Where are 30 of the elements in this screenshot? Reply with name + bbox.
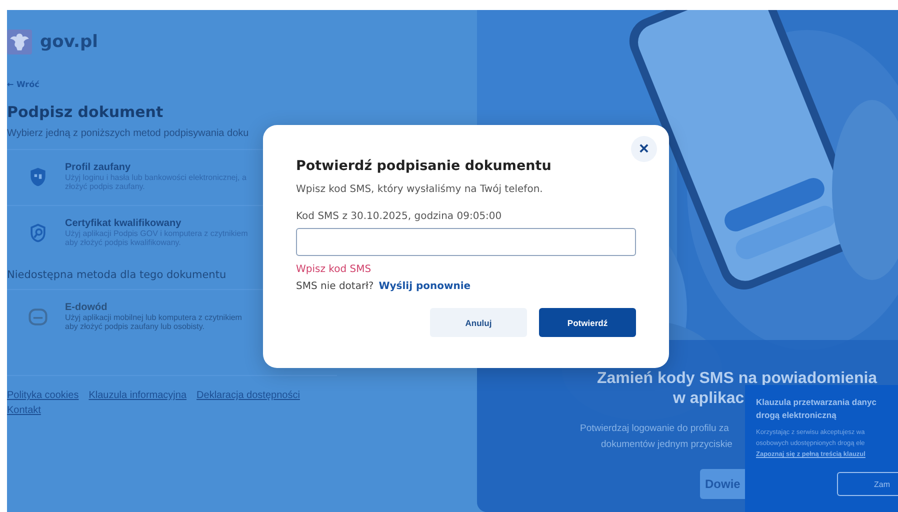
section-heading: Niedostępna metoda dla tego dokumentu [7, 269, 226, 281]
cookie-title: Klauzula przetwarzania danyc [756, 396, 876, 409]
footer-link[interactable]: Deklaracja dostępności [196, 390, 300, 401]
method-title: Profil zaufany [65, 162, 132, 173]
sms-code-field[interactable] [296, 228, 636, 256]
method-title: Certyfikat kwalifikowany [65, 218, 182, 229]
intro-text: Wybierz jedną z poniższych metod podpisywania doku [7, 128, 249, 139]
close-button[interactable]: × [631, 136, 657, 162]
footer-link[interactable]: Klauzula informacyjna [88, 390, 187, 401]
cancel-button[interactable]: Anuluj [430, 308, 527, 337]
method-description: Użyj aplikacji mobilnej lub komputera z czytnikiem [65, 313, 242, 322]
promo-heading: Zamień kody SMS na powiadomienia [596, 369, 878, 389]
footer-link[interactable]: Kontakt [7, 405, 41, 416]
resend-prompt: SMS nie dotarł? [296, 281, 374, 292]
id-card-icon [27, 306, 49, 328]
page-title: Podpisz dokument [7, 103, 164, 121]
promo-text: Potwierdzaj logowanie do profilu za [580, 422, 729, 436]
promo-text: dokumentów jednym przyciskie [601, 438, 732, 452]
footer-link[interactable]: Polityka cookies [7, 390, 79, 401]
cookie-title: drogą elektroniczną [756, 409, 836, 422]
promo-heading: w aplikac [672, 389, 744, 409]
error-message: Wpisz kod SMS [296, 264, 372, 275]
logo-text[interactable]: gov.pl [40, 32, 98, 52]
resend-link[interactable]: Wyślij ponownie [378, 281, 471, 292]
method-description: aby złożyć podpis zaufany lub osobisty. [65, 322, 206, 331]
close-notice-button[interactable]: Zam [837, 472, 898, 496]
learn-more-button[interactable]: Dowie [700, 469, 745, 499]
back-link[interactable]: ← Wróć [7, 80, 40, 89]
confirm-button[interactable]: Potwierdź [539, 308, 636, 337]
method-title: E-dowód [65, 302, 108, 313]
